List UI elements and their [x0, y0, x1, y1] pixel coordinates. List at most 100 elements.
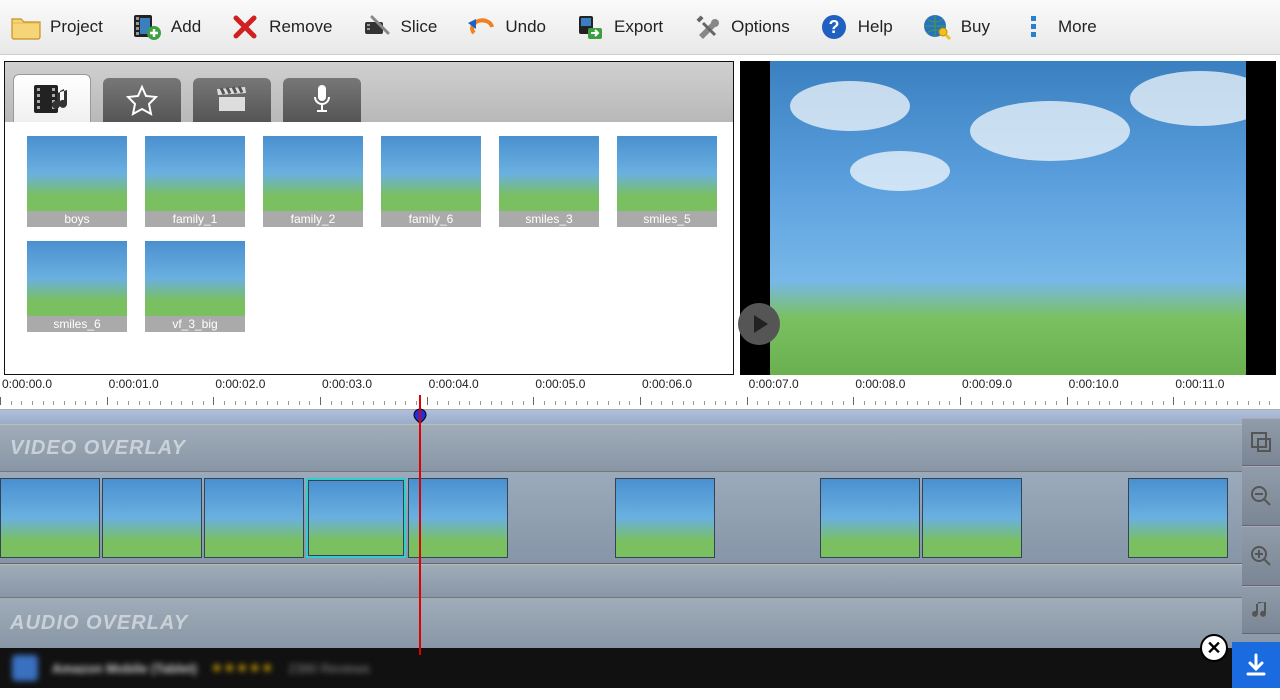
media-tabs: [5, 62, 733, 122]
ad-download-button[interactable]: [1232, 642, 1280, 688]
timeline-clip[interactable]: [615, 478, 715, 558]
timeline-clip[interactable]: [820, 478, 920, 558]
middle-area: boys family_1 family_2 family_6 smiles_3…: [0, 55, 1280, 375]
preview-image: [770, 61, 1246, 375]
ruler-time-label: 0:00:08.0: [855, 377, 905, 391]
buy-button[interactable]: Buy: [921, 12, 990, 42]
undo-icon: [465, 12, 497, 42]
zoom-out-button[interactable]: [1242, 466, 1280, 526]
ruler-time-label: 0:00:05.0: [535, 377, 585, 391]
timeline-clip[interactable]: [102, 478, 202, 558]
media-label: smiles_3: [499, 211, 599, 227]
ad-bar: Amazon Mobile (Tablet) ★★★★★ 2390 Review…: [0, 648, 1280, 688]
main-toolbar: Project Add Remove Slice Undo Export O: [0, 0, 1280, 55]
media-item[interactable]: smiles_3: [499, 136, 599, 227]
export-label: Export: [614, 17, 663, 37]
play-button[interactable]: [738, 303, 780, 345]
ad-title: Amazon Mobile (Tablet): [52, 661, 197, 676]
globe-key-icon: [921, 12, 953, 42]
more-dots-icon: [1018, 12, 1050, 42]
slice-label: Slice: [400, 17, 437, 37]
ruler-time-label: 0:00:03.0: [322, 377, 372, 391]
help-label: Help: [858, 17, 893, 37]
ruler-time-label: 0:00:10.0: [1069, 377, 1119, 391]
slice-icon: [360, 12, 392, 42]
project-button[interactable]: Project: [10, 12, 103, 42]
media-item[interactable]: family_6: [381, 136, 481, 227]
media-item[interactable]: family_1: [145, 136, 245, 227]
media-thumb: [145, 241, 245, 316]
slice-button[interactable]: Slice: [360, 12, 437, 42]
export-button[interactable]: Export: [574, 12, 663, 42]
video-overlay-label: VIDEO OVERLAY: [10, 437, 186, 460]
media-label: vf_3_big: [145, 316, 245, 332]
media-thumb: [381, 136, 481, 211]
timeline-side-controls: [1242, 418, 1280, 634]
filmstrip-music-icon: [32, 81, 72, 117]
media-thumb: [263, 136, 363, 211]
timeline-clip[interactable]: [1128, 478, 1228, 558]
media-label: family_2: [263, 211, 363, 227]
ad-app-icon: [12, 655, 38, 681]
spacer-lane[interactable]: [0, 564, 1280, 598]
audio-toggle-button[interactable]: [1242, 586, 1280, 634]
media-thumb: [499, 136, 599, 211]
media-thumb: [27, 136, 127, 211]
ruler-time-label: 0:00:09.0: [962, 377, 1012, 391]
export-icon: [574, 12, 606, 42]
zoom-in-button[interactable]: [1242, 526, 1280, 586]
timeline-clip-selected[interactable]: [306, 478, 406, 558]
tab-favorites[interactable]: [103, 78, 181, 122]
close-icon: ✕: [1206, 638, 1221, 659]
tab-clapper[interactable]: [193, 78, 271, 122]
tab-media[interactable]: [13, 74, 91, 122]
media-label: boys: [27, 211, 127, 227]
media-item[interactable]: smiles_5: [617, 136, 717, 227]
audio-overlay-lane[interactable]: AUDIO OVERLAY: [0, 598, 1280, 648]
options-label: Options: [731, 17, 790, 37]
ad-reviews: 2390 Reviews: [288, 661, 370, 676]
preview-panel: [740, 61, 1276, 375]
undo-button[interactable]: Undo: [465, 12, 546, 42]
add-button[interactable]: Add: [131, 12, 201, 42]
timeline-clip[interactable]: [0, 478, 100, 558]
add-label: Add: [171, 17, 201, 37]
ad-stars: ★★★★★: [211, 660, 274, 676]
ruler-time-label: 0:00:06.0: [642, 377, 692, 391]
playhead-line: [419, 395, 421, 655]
media-thumb: [617, 136, 717, 211]
overlay-toggle-button[interactable]: [1242, 418, 1280, 466]
remove-button[interactable]: Remove: [229, 12, 332, 42]
star-icon: [126, 84, 158, 116]
ruler-strip[interactable]: [0, 410, 1280, 424]
media-thumb: [145, 136, 245, 211]
video-track[interactable]: [0, 472, 1280, 564]
ruler-time-label: 0:00:01.0: [109, 377, 159, 391]
media-item[interactable]: smiles_6: [27, 241, 127, 332]
ad-close-button[interactable]: ✕: [1200, 634, 1228, 662]
buy-label: Buy: [961, 17, 990, 37]
options-button[interactable]: Options: [691, 12, 790, 42]
media-item[interactable]: vf_3_big: [145, 241, 245, 332]
media-label: smiles_6: [27, 316, 127, 332]
ruler-time-label: 0:00:11.0: [1175, 377, 1224, 391]
video-overlay-lane[interactable]: VIDEO OVERLAY: [0, 424, 1280, 472]
ruler-time-label: 0:00:07.0: [749, 377, 799, 391]
timeline-ruler[interactable]: 0:00:00.00:00:01.00:00:02.00:00:03.00:00…: [0, 375, 1280, 410]
undo-label: Undo: [505, 17, 546, 37]
media-label: family_6: [381, 211, 481, 227]
svg-text:?: ?: [828, 17, 839, 37]
media-item[interactable]: boys: [27, 136, 127, 227]
x-red-icon: [229, 12, 261, 42]
media-bin: boys family_1 family_2 family_6 smiles_3…: [4, 61, 734, 375]
download-arrow-icon: [1243, 652, 1269, 678]
tab-mic[interactable]: [283, 78, 361, 122]
help-button[interactable]: ? Help: [818, 12, 893, 42]
zoom-in-icon: [1250, 545, 1272, 567]
media-item[interactable]: family_2: [263, 136, 363, 227]
timeline-clip[interactable]: [922, 478, 1022, 558]
timeline-clip[interactable]: [408, 478, 508, 558]
timeline-clip[interactable]: [204, 478, 304, 558]
more-button[interactable]: More: [1018, 12, 1097, 42]
zoom-out-icon: [1250, 485, 1272, 507]
